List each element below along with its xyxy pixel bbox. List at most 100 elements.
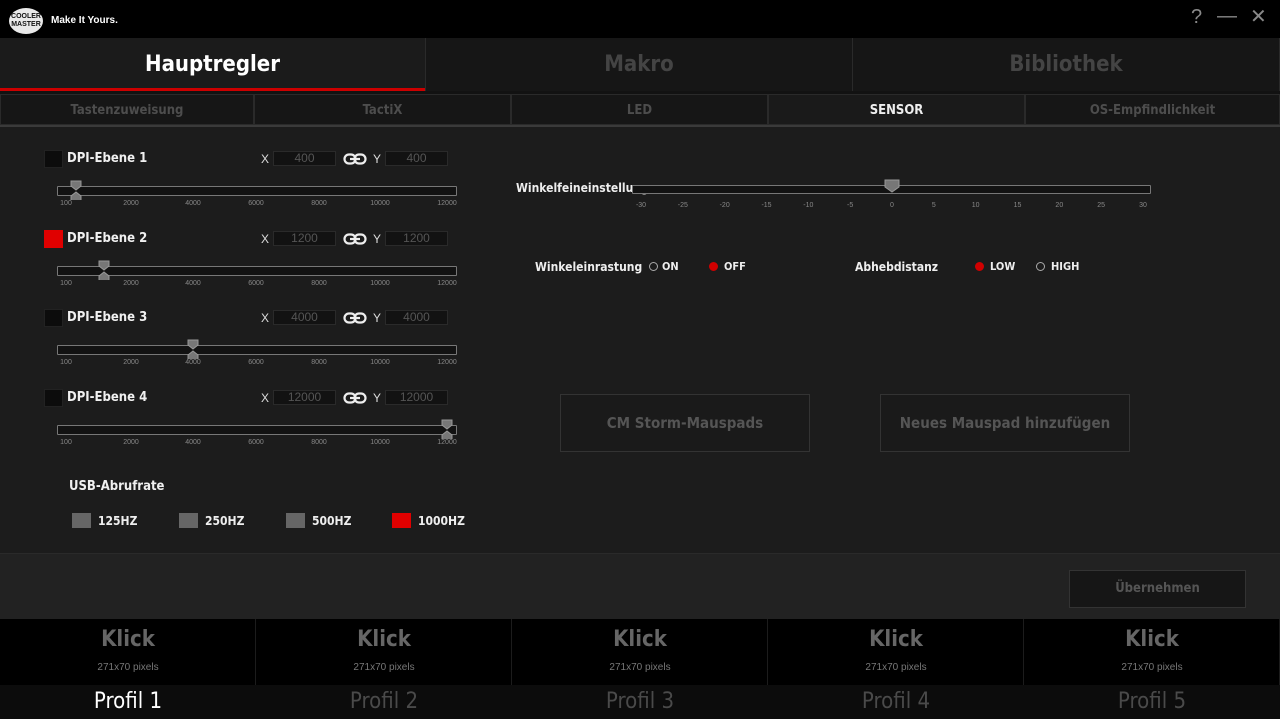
dpi-x-input[interactable]: 4000 xyxy=(273,310,336,325)
dpi-x-label: X xyxy=(261,152,270,166)
dpi-tick-label: 100 xyxy=(60,439,72,446)
dpi-x-label: X xyxy=(261,391,270,405)
dpi-level-checkbox[interactable] xyxy=(44,389,63,407)
dpi-tick-label: 6000 xyxy=(248,439,264,446)
usb-rate-label: 125HZ xyxy=(98,514,138,528)
dpi-level-label: DPI-Ebene 2 xyxy=(67,231,148,246)
lift-off-high-radio[interactable] xyxy=(1036,262,1045,271)
tab-hauptregler[interactable]: Hauptregler xyxy=(0,38,426,91)
dpi-y-input[interactable]: 1200 xyxy=(385,231,448,246)
dpi-x-label: X xyxy=(261,311,270,325)
dpi-tick-label: 12000 xyxy=(437,280,457,287)
dpi-slider-track[interactable] xyxy=(57,425,457,435)
profile-image-size: 271x70 pixels xyxy=(1121,662,1183,673)
profile-name[interactable]: Profil 4 xyxy=(768,685,1024,719)
dpi-x-input[interactable]: 400 xyxy=(273,151,336,166)
link-xy-icon[interactable] xyxy=(343,391,367,405)
link-xy-icon[interactable] xyxy=(343,152,367,166)
angle-snapping-off-label: OFF xyxy=(724,260,746,273)
title-bar: COOLER MASTER Make It Yours. ? — ✕ xyxy=(0,0,1280,38)
lift-off-low-radio[interactable] xyxy=(975,262,984,271)
angle-tick-label: -15 xyxy=(761,202,772,209)
dpi-slider-track[interactable] xyxy=(57,345,457,355)
dpi-level-checkbox[interactable] xyxy=(44,230,63,248)
angle-tick-label: -10 xyxy=(803,202,814,209)
profile-image-size: 271x70 pixels xyxy=(609,662,671,673)
profile-name[interactable]: Profil 5 xyxy=(1024,685,1280,719)
profile-name[interactable]: Profil 3 xyxy=(512,685,768,719)
dpi-level-label: DPI-Ebene 4 xyxy=(67,390,148,405)
profile-image-title: Klick xyxy=(613,627,667,652)
profile-slot[interactable]: Klick 271x70 pixels Profil 2 xyxy=(256,619,512,719)
dpi-level-checkbox[interactable] xyxy=(44,150,63,168)
close-icon[interactable]: ✕ xyxy=(1250,6,1267,28)
usb-rate-checkbox[interactable] xyxy=(286,513,305,528)
dpi-tick-label: 2000 xyxy=(123,200,139,207)
profile-slot[interactable]: Klick 271x70 pixels Profil 3 xyxy=(512,619,768,719)
cm-storm-mousepads-button[interactable]: CM Storm-Mauspads xyxy=(560,394,810,452)
dpi-level-checkbox[interactable] xyxy=(44,309,63,327)
dpi-slider-track[interactable] xyxy=(57,266,457,276)
usb-rate-checkbox[interactable] xyxy=(392,513,411,528)
angle-snapping-off-radio[interactable] xyxy=(709,262,718,271)
dpi-x-label: X xyxy=(261,232,270,246)
profile-image-title: Klick xyxy=(357,627,411,652)
cooler-master-logo: COOLER MASTER xyxy=(9,8,43,34)
dpi-x-input[interactable]: 1200 xyxy=(273,231,336,246)
profile-name[interactable]: Profil 2 xyxy=(256,685,512,719)
usb-rate-checkbox[interactable] xyxy=(179,513,198,528)
add-mousepad-button[interactable]: Neues Mauspad hinzufügen xyxy=(880,394,1130,452)
minimize-icon[interactable]: — xyxy=(1217,5,1237,27)
dpi-slider-thumb[interactable] xyxy=(98,260,110,280)
angle-tuning-slider-thumb[interactable] xyxy=(884,179,900,193)
angle-snapping-label: Winkeleinrastung xyxy=(535,260,643,274)
usb-rate-label: 1000HZ xyxy=(418,514,465,528)
usb-rate-checkbox[interactable] xyxy=(72,513,91,528)
angle-snapping-on-radio[interactable] xyxy=(649,262,658,271)
dpi-x-input[interactable]: 12000 xyxy=(273,390,336,405)
profile-slot[interactable]: Klick 271x70 pixels Profil 1 xyxy=(0,619,256,719)
dpi-tick-label: 4000 xyxy=(185,200,201,207)
profile-image-size: 271x70 pixels xyxy=(97,662,159,673)
dpi-slider-thumb[interactable] xyxy=(441,419,453,439)
angle-tick-label: 0 xyxy=(890,202,894,209)
angle-snapping-on-label: ON xyxy=(662,260,679,273)
link-xy-icon[interactable] xyxy=(343,311,367,325)
dpi-tick-label: 2000 xyxy=(123,439,139,446)
dpi-slider-thumb[interactable] xyxy=(70,180,82,200)
profile-slot[interactable]: Klick 271x70 pixels Profil 4 xyxy=(768,619,1024,719)
dpi-tick-label: 2000 xyxy=(123,280,139,287)
angle-tick-label: -30 xyxy=(635,202,647,209)
profile-name[interactable]: Profil 1 xyxy=(0,685,256,719)
usb-rate-label: 500HZ xyxy=(312,514,352,528)
tab-os-empfindlichkeit[interactable]: OS-Empfindlichkeit xyxy=(1025,94,1280,125)
tab-makro[interactable]: Makro xyxy=(426,38,853,91)
angle-tick-label: 25 xyxy=(1097,202,1106,209)
dpi-tick-label: 8000 xyxy=(311,200,327,207)
dpi-slider-track[interactable] xyxy=(57,186,457,196)
tab-bibliothek[interactable]: Bibliothek xyxy=(853,38,1280,91)
lift-off-high-label: HIGH xyxy=(1051,260,1080,273)
dpi-y-input[interactable]: 400 xyxy=(385,151,448,166)
angle-tick-label: 20 xyxy=(1055,202,1064,209)
dpi-level-label: DPI-Ebene 3 xyxy=(67,310,148,325)
link-xy-icon[interactable] xyxy=(343,232,367,246)
profile-image-size: 271x70 pixels xyxy=(353,662,415,673)
dpi-tick-label: 8000 xyxy=(311,359,327,366)
tab-tactix[interactable]: TactiX xyxy=(254,94,511,125)
dpi-slider-thumb[interactable] xyxy=(187,339,199,359)
dpi-y-label: Y xyxy=(373,152,382,166)
tab-sensor[interactable]: SENSOR xyxy=(768,94,1025,125)
dpi-tick-label: 10000 xyxy=(370,359,390,366)
profile-slot[interactable]: Klick 271x70 pixels Profil 5 xyxy=(1024,619,1280,719)
help-icon[interactable]: ? xyxy=(1191,6,1202,28)
sub-tabs: Tastenzuweisung TactiX LED SENSOR OS-Emp… xyxy=(0,91,1280,127)
apply-button[interactable]: Übernehmen xyxy=(1069,570,1246,608)
tab-led[interactable]: LED xyxy=(511,94,768,125)
profile-image-title: Klick xyxy=(1125,627,1179,652)
dpi-y-input[interactable]: 12000 xyxy=(385,390,448,405)
tab-tastenzuweisung[interactable]: Tastenzuweisung xyxy=(0,94,254,125)
dpi-y-input[interactable]: 4000 xyxy=(385,310,448,325)
angle-tick-label: 10 xyxy=(971,202,980,209)
dpi-tick-label: 8000 xyxy=(311,439,327,446)
